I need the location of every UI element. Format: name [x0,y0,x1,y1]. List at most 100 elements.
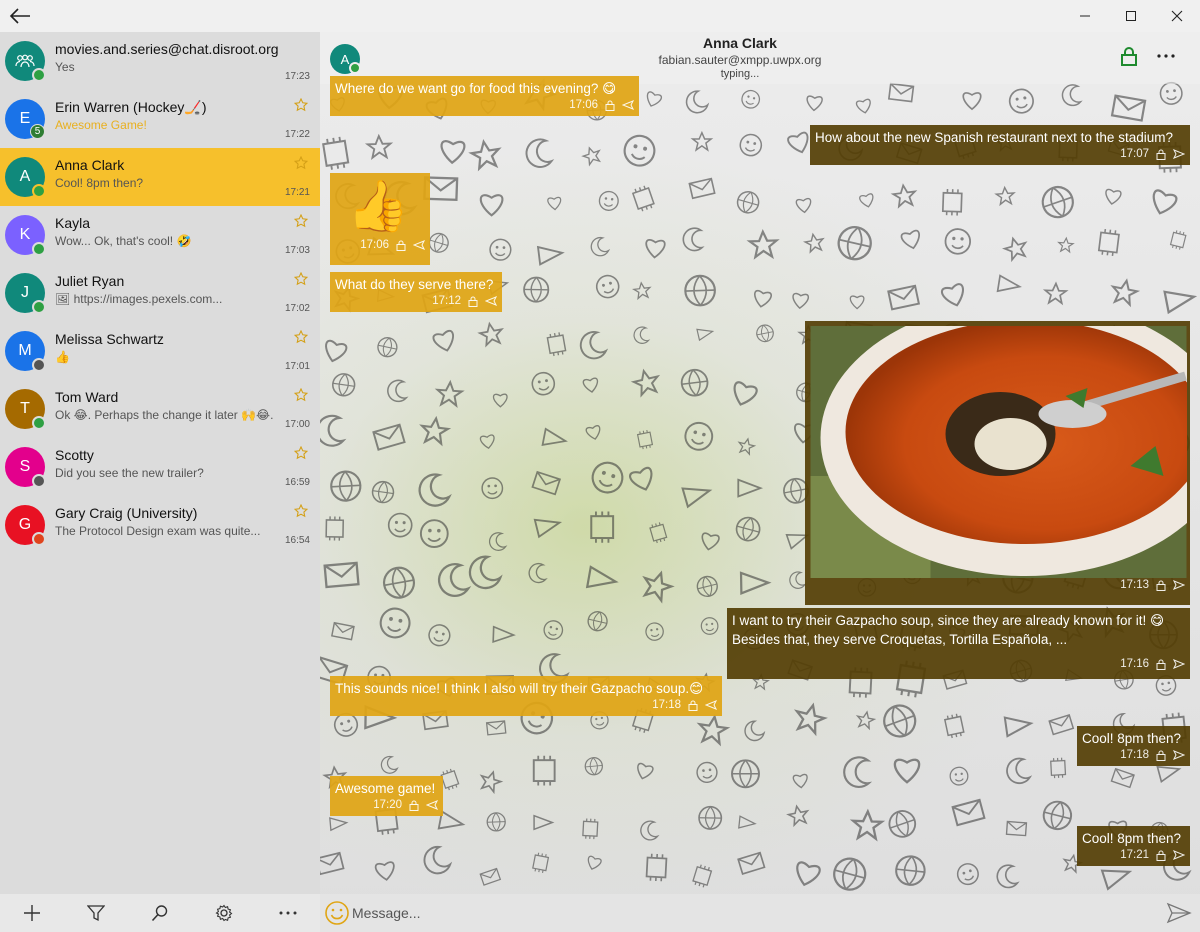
chat-name: Kayla [55,215,91,231]
outgoing-message[interactable]: How about the new Spanish restaurant nex… [810,125,1190,165]
sent-status-icon [1173,659,1185,669]
chat-list-item[interactable]: E 5 Erin Warren (Hockey🏒) Awesome Game! 17:2… [0,90,320,148]
chat-name: Gary Craig (University) [55,505,198,521]
star-icon[interactable] [294,388,308,402]
chat-list-item[interactable]: S Scotty Did you see the new trailer? 16:59 [0,438,320,496]
incoming-message[interactable]: What do they serve there? 17:12 [330,272,502,312]
chat-name: Melissa Schwartz [55,331,164,347]
star-icon[interactable] [294,504,308,518]
chat-last-message: Did you see the new trailer? [55,466,204,480]
message-meta: 17:06 [335,238,425,252]
outgoing-message[interactable]: Cool! 8pm then? 17:21 [1077,826,1190,866]
add-chat-button[interactable] [12,894,52,932]
chat-timestamp: 17:21 [284,187,310,198]
message-time: 17:06 [569,99,598,111]
more-icon [1157,54,1175,58]
contact-jid: fabian.sauter@xmpp.uwpx.org [658,53,822,67]
more-icon [279,911,297,915]
unread-count-badge: 5 [30,124,45,139]
chat-list-item[interactable]: M Melissa Schwartz 👍 17:01 [0,322,320,380]
star-icon[interactable] [294,156,308,170]
chat-timestamp: 17:22 [284,129,310,140]
presence-indicator [32,184,46,198]
emoji-button[interactable] [324,900,350,926]
star-icon[interactable] [294,272,308,286]
lock-icon [1121,47,1137,66]
outgoing-message[interactable]: 17:13 [805,321,1190,605]
chat-list-item[interactable]: K Kayla Wow... Ok, that's cool! 🤣 17:03 [0,206,320,264]
chat-last-message: Awesome Game! [55,118,147,132]
chat-name: Anna Clark [55,157,125,173]
message-time: 17:12 [432,295,461,307]
sent-status-icon [1173,149,1185,159]
outgoing-message[interactable]: Cool! 8pm then? 17:18 [1077,726,1190,766]
sidebar: movies.and.series@chat.disroot.org Yes 17:… [0,32,320,932]
close-icon [1171,10,1183,22]
back-arrow-icon [9,8,30,24]
message-meta: 17:18 [1082,748,1185,762]
maximize-button[interactable] [1108,0,1154,32]
settings-button[interactable] [204,894,244,932]
chat-options-button[interactable] [1156,46,1176,69]
presence-indicator [32,416,46,430]
message-time: 17:20 [373,799,402,811]
chat-list-item[interactable]: T Tom Ward Ok 😂. Perhaps the change it lat… [0,380,320,438]
minimize-icon [1080,15,1090,17]
star-icon[interactable] [294,98,308,112]
star-icon[interactable] [294,330,308,344]
chat-list-item[interactable]: movies.and.series@chat.disroot.org Yes 17:… [0,32,320,90]
lock-icon [1156,149,1166,160]
incoming-message[interactable]: This sounds nice! I think I also will tr… [330,676,722,716]
chat-list-item[interactable]: G Gary Craig (University) The Protocol Des… [0,496,320,554]
lock-icon [1156,850,1166,861]
lock-icon [468,296,478,307]
message-time: 17:18 [1120,749,1149,761]
message-time: 17:21 [1120,849,1149,861]
incoming-message[interactable]: Awesome game! 17:20 [330,776,443,816]
chat-list-item[interactable]: J Juliet Ryan 🖼 https://images.pexels.com.… [0,264,320,322]
presence-indicator [32,532,46,546]
encryption-button[interactable] [1120,46,1138,69]
gazpacho-soup-image[interactable] [810,326,1187,578]
presence-indicator [32,242,46,256]
more-options-button[interactable] [268,894,308,932]
minimize-button[interactable] [1062,0,1108,32]
presence-indicator [32,300,46,314]
message-meta: 17:13 [810,578,1185,592]
message-input[interactable] [352,900,1152,926]
message-time: 17:13 [1120,579,1149,591]
message-text: Besides that, they serve Croquetas, Tort… [732,632,1068,647]
close-button[interactable] [1154,0,1200,32]
incoming-message[interactable]: Where do we want go for food this evenin… [330,76,639,116]
lock-icon [1156,750,1166,761]
send-icon[interactable] [1166,902,1192,924]
chat-timestamp: 16:59 [284,477,310,488]
chat-last-message: Cool! 8pm then? [55,176,144,190]
lock-icon [1156,580,1166,591]
chat-last-message: Ok 😂. Perhaps the change it later 🙌😂. [55,408,274,422]
title-bar [0,0,1200,32]
message-meta: 17:07 [815,147,1185,161]
star-icon[interactable] [294,446,308,460]
chat-name: Erin Warren (Hockey🏒) [55,99,207,115]
message-meta: 17:21 [1082,848,1185,862]
incoming-message[interactable]: 👍 17:06 [330,173,430,265]
star-icon[interactable] [294,214,308,228]
chat-name: Scotty [55,447,94,463]
message-text: Awesome game! [335,781,436,796]
sent-status-icon [1173,750,1185,760]
lock-icon [396,240,406,251]
filter-icon [87,905,105,922]
message-text: I want to try their Gazpacho soup, since… [732,613,1165,628]
filter-button[interactable] [76,894,116,932]
back-button[interactable] [0,0,40,32]
chat-list-item[interactable]: A Anna Clark Cool! 8pm then? 17:21 [0,148,320,206]
contact-name: Anna Clark [703,35,777,51]
chat-last-message: Yes [55,60,75,74]
message-meta: 17:18 [335,698,717,712]
message-text: What do they serve there? [335,277,494,292]
presence-indicator [32,358,46,372]
search-button[interactable] [140,894,180,932]
chat-last-message: Wow... Ok, that's cool! 🤣 [55,234,192,248]
outgoing-message[interactable]: I want to try their Gazpacho soup, since… [727,608,1190,679]
